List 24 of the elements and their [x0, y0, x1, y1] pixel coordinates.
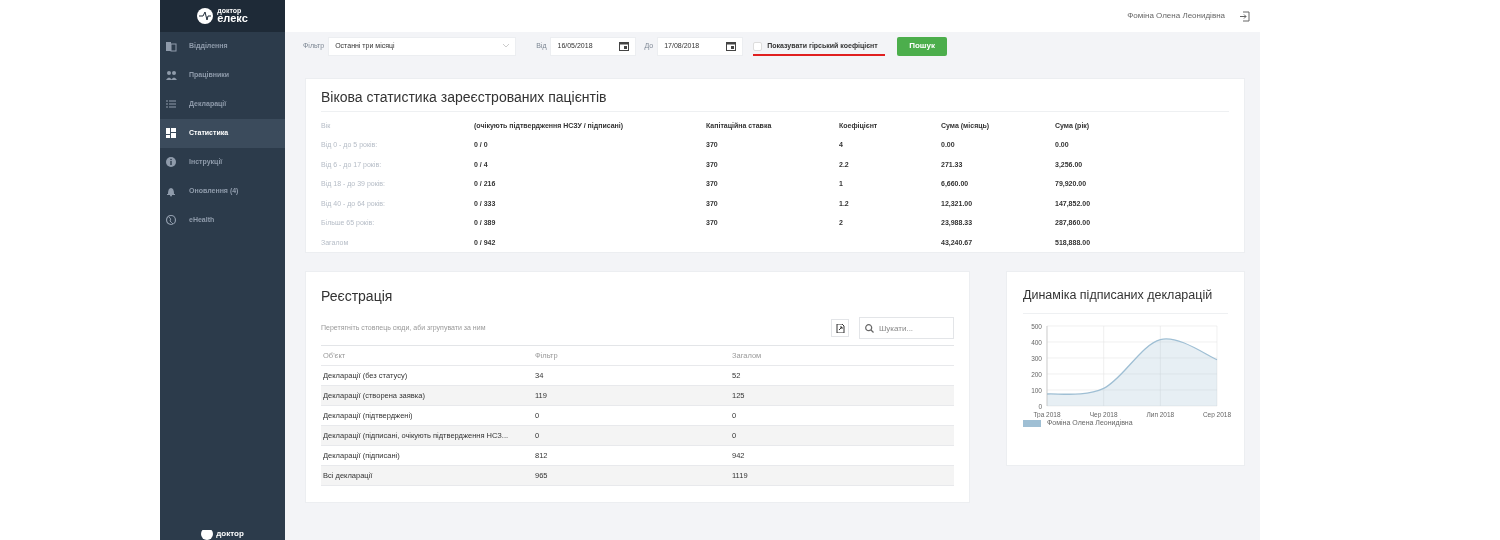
card-title: Реєстрація	[321, 287, 394, 306]
export-button[interactable]	[831, 319, 849, 337]
caret-icon	[503, 44, 510, 48]
logo-icon	[201, 530, 214, 540]
checkbox[interactable]	[753, 41, 763, 51]
logout-icon[interactable]	[1239, 10, 1250, 22]
globe-icon	[166, 215, 177, 226]
bell-icon	[166, 186, 177, 197]
brand-text: доктор	[216, 530, 244, 540]
building-icon	[166, 41, 177, 52]
list-icon	[166, 99, 177, 110]
calendar-icon	[619, 41, 630, 51]
calendar-icon	[726, 41, 737, 51]
dashboard-icon	[166, 128, 177, 139]
card-title: Динаміка підписаних декларацій	[1023, 286, 1228, 314]
logo-icon	[197, 8, 214, 24]
user-name: Фоміна Олена Леонидівна	[1127, 10, 1225, 22]
card-title: Вікова статистика зареєстрованих пацієнтів	[321, 87, 1229, 112]
search-button[interactable]: Пошук	[897, 36, 947, 56]
info-icon	[166, 157, 177, 168]
file-icon	[835, 323, 845, 333]
brand-text: елекс	[217, 14, 248, 25]
search-field[interactable]: Шукати...	[859, 317, 954, 339]
people-icon	[166, 70, 177, 81]
